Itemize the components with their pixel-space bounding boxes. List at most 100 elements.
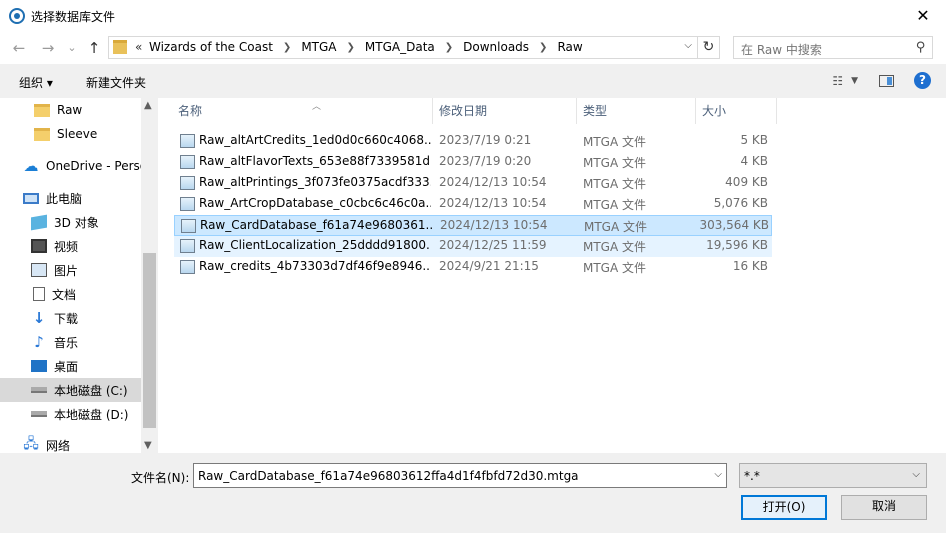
file-date: 2023/7/19 0:21: [439, 133, 532, 147]
breadcrumb-item[interactable]: MTGA: [301, 40, 336, 54]
chevron-right-icon[interactable]: ❯: [347, 42, 355, 53]
file-name: Raw_ClientLocalization_25dddd91800...: [199, 238, 431, 252]
scrollbar-thumb[interactable]: [143, 253, 156, 428]
chevron-down-icon[interactable]: ⌵: [912, 469, 920, 480]
recent-locations-chevron-icon[interactable]: ⌄: [62, 39, 82, 57]
file-icon: [180, 134, 195, 148]
sidebar-item-label: 3D 对象: [54, 215, 99, 230]
open-button[interactable]: 打开(O): [741, 495, 827, 520]
sidebar-item-documents[interactable]: 文档: [0, 282, 141, 306]
up-arrow-icon[interactable]: ↑: [84, 39, 104, 57]
file-row-hover[interactable]: Raw_ClientLocalization_25dddd91800... 20…: [174, 236, 772, 257]
file-row[interactable]: Raw_altArtCredits_1ed0d0c660c4068... 202…: [174, 131, 772, 152]
app-icon: [9, 8, 25, 24]
picture-icon: [31, 263, 47, 277]
file-date: 2024/12/13 10:54: [440, 218, 548, 232]
sidebar-item-sleeve[interactable]: Sleeve: [0, 122, 141, 146]
chevron-down-icon[interactable]: ⌵: [684, 40, 692, 51]
column-header-type[interactable]: 类型: [577, 98, 696, 124]
navigation-pane: Raw Sleeve ☁ OneDrive - Perso 此电脑 3D 对象 …: [0, 98, 158, 453]
sidebar-item-onedrive[interactable]: ☁ OneDrive - Perso: [0, 154, 148, 178]
file-size: 303,564 KB: [699, 218, 769, 232]
file-row[interactable]: Raw_ArtCropDatabase_c0cbc6c46c0a... 2024…: [174, 194, 772, 215]
file-type: MTGA 文件: [584, 220, 648, 234]
organize-menu-button[interactable]: 组织 ▾: [19, 74, 53, 91]
refresh-icon[interactable]: ↻: [698, 36, 720, 59]
help-icon[interactable]: ?: [914, 72, 931, 89]
breadcrumb: Wizards of the Coast ❯ MTGA ❯ MTGA_Data …: [149, 40, 583, 54]
file-size: 409 KB: [725, 175, 768, 189]
file-icon: [180, 197, 195, 211]
file-row[interactable]: Raw_altPrintings_3f073fe0375acdf333... 2…: [174, 173, 772, 194]
column-header-name[interactable]: 名称 ︿: [172, 98, 433, 124]
sidebar-item-videos[interactable]: 视频: [0, 234, 141, 258]
view-list-icon[interactable]: ☷: [832, 74, 843, 88]
sidebar-item-network[interactable]: 🖧 网络: [0, 433, 141, 453]
drive-icon: [31, 387, 47, 393]
column-header-label: 名称: [178, 104, 203, 118]
sidebar-item-local-disk-d[interactable]: 本地磁盘 (D:): [0, 402, 141, 426]
file-type: MTGA 文件: [583, 261, 647, 275]
file-name: Raw_altArtCredits_1ed0d0c660c4068...: [199, 133, 431, 147]
sidebar-item-label: Sleeve: [57, 127, 98, 141]
sidebar-item-this-pc[interactable]: 此电脑: [0, 186, 141, 210]
sidebar-item-label: 视频: [54, 239, 79, 254]
column-header-size[interactable]: 大小: [696, 98, 777, 124]
breadcrumb-item[interactable]: Raw: [557, 40, 582, 54]
back-arrow-icon[interactable]: ←: [9, 39, 29, 57]
search-input[interactable]: 在 Raw 中搜索 ⚲: [733, 36, 933, 59]
chevron-right-icon[interactable]: ❯: [539, 42, 547, 53]
chevron-down-icon[interactable]: ▼: [851, 76, 858, 86]
sidebar-item-pictures[interactable]: 图片: [0, 258, 141, 282]
filename-value[interactable]: Raw_CardDatabase_f61a74e96803612ffa4d1f4…: [198, 469, 579, 483]
scroll-up-icon[interactable]: ▲: [144, 100, 152, 111]
breadcrumb-item[interactable]: Downloads: [463, 40, 529, 54]
breadcrumb-item[interactable]: MTGA_Data: [365, 40, 435, 54]
file-icon: [180, 239, 195, 253]
cancel-button[interactable]: 取消: [841, 495, 927, 520]
sidebar-item-music[interactable]: ♪ 音乐: [0, 330, 141, 354]
file-icon: [180, 260, 195, 274]
chevron-down-icon[interactable]: ⌵: [714, 469, 722, 480]
sidebar-item-label: 文档: [52, 287, 77, 302]
file-row[interactable]: Raw_altFlavorTexts_653e88f7339581d... 20…: [174, 152, 772, 173]
filename-label: 文件名(N):: [131, 471, 190, 485]
breadcrumb-item[interactable]: Wizards of the Coast: [149, 40, 273, 54]
sidebar-item-desktop[interactable]: 桌面: [0, 354, 141, 378]
sidebar-item-3d-objects[interactable]: 3D 对象: [0, 210, 141, 234]
computer-icon: [23, 192, 39, 204]
forward-arrow-icon[interactable]: →: [38, 39, 58, 57]
sidebar-scrollbar[interactable]: ▲ ▼: [141, 98, 158, 453]
file-list: 名称 ︿ 修改日期 类型 大小 Raw_altArtCredits_1ed0d0…: [158, 98, 946, 453]
search-icon[interactable]: ⚲: [916, 40, 926, 55]
scroll-down-icon[interactable]: ▼: [144, 440, 152, 451]
file-row-selected[interactable]: Raw_CardDatabase_f61a74e9680361... 2024/…: [174, 215, 772, 236]
sidebar-item-raw[interactable]: Raw: [0, 98, 141, 122]
column-header-date[interactable]: 修改日期: [433, 98, 577, 124]
sidebar-item-label: 音乐: [54, 335, 79, 350]
folder-icon: [113, 40, 127, 54]
video-icon: [31, 239, 47, 253]
sidebar-item-label: 图片: [54, 263, 79, 278]
music-icon: ♪: [34, 333, 44, 351]
drive-icon: [31, 411, 47, 417]
chevron-right-icon[interactable]: ❯: [445, 42, 453, 53]
file-type-select[interactable]: *.* ⌵: [739, 463, 927, 488]
desktop-icon: [31, 360, 47, 372]
filename-field[interactable]: Raw_CardDatabase_f61a74e96803612ffa4d1f4…: [193, 463, 727, 488]
file-date: 2024/12/13 10:54: [439, 196, 547, 210]
sort-ascending-icon: ︿: [312, 102, 322, 112]
file-type: MTGA 文件: [583, 240, 647, 254]
file-type-value: *.*: [744, 469, 760, 483]
preview-pane-icon[interactable]: [879, 75, 894, 87]
file-type: MTGA 文件: [583, 156, 647, 170]
chevron-right-icon[interactable]: ❯: [283, 42, 291, 53]
address-bar[interactable]: « Wizards of the Coast ❯ MTGA ❯ MTGA_Dat…: [108, 36, 698, 59]
sidebar-item-local-disk-c[interactable]: 本地磁盘 (C:): [0, 378, 141, 402]
file-row[interactable]: Raw_credits_4b73303d7df46f9e8946... 2024…: [174, 257, 772, 278]
breadcrumb-overflow[interactable]: «: [135, 40, 142, 54]
new-folder-button[interactable]: 新建文件夹: [86, 74, 146, 91]
view-options[interactable]: ☷ ▼: [832, 74, 858, 88]
sidebar-item-downloads[interactable]: ↓ 下载: [0, 306, 141, 330]
close-button[interactable]: ✕: [900, 0, 946, 31]
